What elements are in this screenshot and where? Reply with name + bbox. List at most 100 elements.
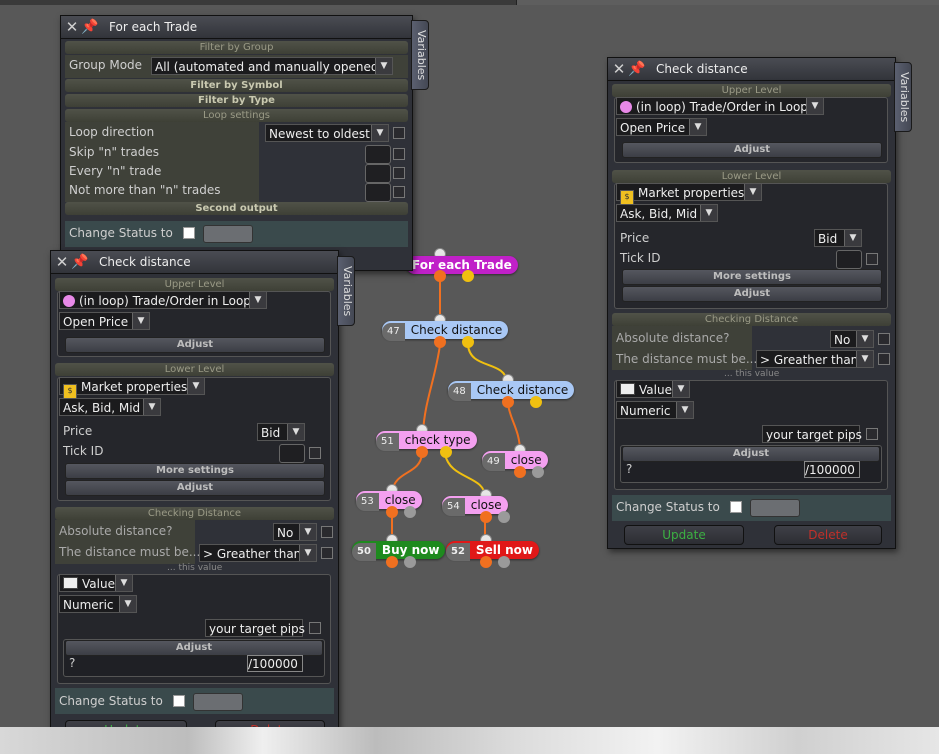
- node-output-port[interactable]: [386, 556, 398, 568]
- node-output-port[interactable]: [498, 556, 510, 568]
- distance-must-be-select[interactable]: > Greather than ▼: [756, 350, 874, 368]
- price-select[interactable]: Bid ▼: [257, 423, 305, 441]
- upper-level-header[interactable]: Upper Level: [55, 278, 334, 291]
- node-for-each-trade[interactable]: For each Trade: [406, 256, 518, 274]
- absolute-distance-checkbox[interactable]: [878, 333, 890, 345]
- every-n-input[interactable]: [365, 164, 391, 183]
- node-output-port[interactable]: [480, 556, 492, 568]
- filter-by-group-header[interactable]: Filter by Group: [65, 41, 408, 54]
- open-price-select[interactable]: Open Price ▼: [59, 312, 150, 330]
- checking-distance-header[interactable]: Checking Distance: [612, 313, 891, 326]
- loop-item-select[interactable]: (in loop) Trade/Order in Loop ▼: [59, 291, 267, 309]
- loop-direction-checkbox[interactable]: [393, 127, 405, 139]
- checking-distance-header[interactable]: Checking Distance: [55, 507, 334, 520]
- node-47-check-distance[interactable]: 47 Check distance: [382, 321, 509, 341]
- upper-level-header[interactable]: Upper Level: [612, 84, 891, 97]
- divisor-input[interactable]: /100000: [804, 461, 860, 478]
- node-51-check-type[interactable]: 51 check type: [376, 431, 477, 451]
- node-output-port[interactable]: [462, 336, 474, 348]
- update-button[interactable]: Update: [624, 525, 744, 545]
- distance-must-be-checkbox[interactable]: [321, 547, 333, 559]
- filter-by-type-header[interactable]: Filter by Type: [65, 94, 408, 107]
- target-pips-checkbox[interactable]: [309, 622, 321, 634]
- tick-id-checkbox[interactable]: [309, 447, 321, 459]
- skip-n-checkbox[interactable]: [393, 148, 405, 160]
- adjust-button-2[interactable]: Adjust: [622, 286, 882, 302]
- numeric-select[interactable]: Numeric ▼: [59, 595, 137, 613]
- node-output-port[interactable]: [498, 511, 510, 523]
- node-output-port[interactable]: [434, 336, 446, 348]
- market-properties-select[interactable]: $ Market properties ▼: [616, 183, 762, 205]
- node-output-port[interactable]: [530, 396, 542, 408]
- skip-n-input[interactable]: [365, 145, 391, 164]
- node-output-port[interactable]: [404, 556, 416, 568]
- ask-bid-mid-select[interactable]: Ask, Bid, Mid ▼: [59, 398, 161, 416]
- change-status-input[interactable]: [750, 499, 800, 517]
- target-pips-input[interactable]: your target pips: [762, 425, 862, 443]
- pin-icon[interactable]: 📌: [81, 19, 101, 35]
- node-output-port[interactable]: [462, 270, 474, 282]
- pin-icon[interactable]: 📌: [628, 61, 648, 77]
- loop-item-select[interactable]: (in loop) Trade/Order in Loop ▼: [616, 97, 824, 115]
- close-icon[interactable]: ✕: [53, 253, 71, 271]
- node-output-port[interactable]: [386, 506, 398, 518]
- tick-id-input[interactable]: [836, 250, 862, 269]
- close-icon[interactable]: ✕: [63, 18, 81, 36]
- lower-level-header[interactable]: Lower Level: [55, 363, 334, 376]
- not-more-checkbox[interactable]: [393, 186, 405, 198]
- adjust-button-3[interactable]: Adjust: [65, 640, 323, 656]
- lower-level-header[interactable]: Lower Level: [612, 170, 891, 183]
- tick-id-checkbox[interactable]: [866, 253, 878, 265]
- delete-button[interactable]: Delete: [774, 525, 882, 545]
- ask-bid-mid-select[interactable]: Ask, Bid, Mid ▼: [616, 204, 718, 222]
- tick-id-input[interactable]: [279, 444, 305, 463]
- variables-tab[interactable]: Variables: [411, 20, 429, 90]
- every-n-checkbox[interactable]: [393, 167, 405, 179]
- node-output-port[interactable]: [404, 506, 416, 518]
- more-settings-button[interactable]: More settings: [622, 269, 882, 285]
- loop-direction-select[interactable]: Newest to oldest ▼: [265, 124, 389, 142]
- divisor-input[interactable]: /100000: [247, 655, 303, 672]
- node-output-port[interactable]: [434, 270, 446, 282]
- node-output-port[interactable]: [480, 511, 492, 523]
- node-50-buy-now[interactable]: 50 Buy now: [352, 541, 446, 561]
- absolute-distance-checkbox[interactable]: [321, 526, 333, 538]
- variables-tab[interactable]: Variables: [894, 62, 912, 132]
- second-output-header[interactable]: Second output: [65, 202, 408, 215]
- node-output-port[interactable]: [532, 466, 544, 478]
- change-status-checkbox[interactable]: [183, 227, 195, 239]
- distance-must-be-select[interactable]: > Greather than ▼: [199, 544, 317, 562]
- close-icon[interactable]: ✕: [610, 60, 628, 78]
- absolute-distance-select[interactable]: No ▼: [273, 523, 317, 541]
- node-output-port[interactable]: [502, 396, 514, 408]
- distance-must-be-checkbox[interactable]: [878, 353, 890, 365]
- node-output-port[interactable]: [514, 466, 526, 478]
- value-select[interactable]: Value ▼: [59, 574, 133, 592]
- change-status-checkbox[interactable]: [730, 501, 742, 513]
- numeric-select[interactable]: Numeric ▼: [616, 401, 694, 419]
- node-52-sell-now[interactable]: 52 Sell now: [446, 541, 539, 561]
- price-select[interactable]: Bid ▼: [814, 229, 862, 247]
- node-54-close[interactable]: 54 close: [442, 496, 508, 516]
- change-status-checkbox[interactable]: [173, 695, 185, 707]
- change-status-input[interactable]: [203, 225, 253, 243]
- open-price-select[interactable]: Open Price ▼: [616, 118, 707, 136]
- adjust-button[interactable]: Adjust: [65, 337, 325, 353]
- group-mode-select[interactable]: All (automated and manually opened) ▼: [151, 57, 393, 75]
- value-select[interactable]: Value ▼: [616, 380, 690, 398]
- change-status-input[interactable]: [193, 693, 243, 711]
- node-output-port[interactable]: [440, 446, 452, 458]
- absolute-distance-select[interactable]: No ▼: [830, 330, 874, 348]
- target-pips-input[interactable]: your target pips: [205, 619, 305, 637]
- market-properties-select[interactable]: $ Market properties ▼: [59, 377, 205, 399]
- filter-by-symbol-header[interactable]: Filter by Symbol: [65, 79, 408, 92]
- not-more-input[interactable]: [365, 183, 391, 202]
- more-settings-button[interactable]: More settings: [65, 463, 325, 479]
- loop-settings-header[interactable]: Loop settings: [65, 109, 408, 122]
- adjust-button[interactable]: Adjust: [622, 142, 882, 158]
- node-output-port[interactable]: [416, 446, 428, 458]
- adjust-button-2[interactable]: Adjust: [65, 480, 325, 496]
- variables-tab[interactable]: Variables: [337, 256, 355, 326]
- target-pips-checkbox[interactable]: [866, 428, 878, 440]
- pin-icon[interactable]: 📌: [71, 254, 91, 270]
